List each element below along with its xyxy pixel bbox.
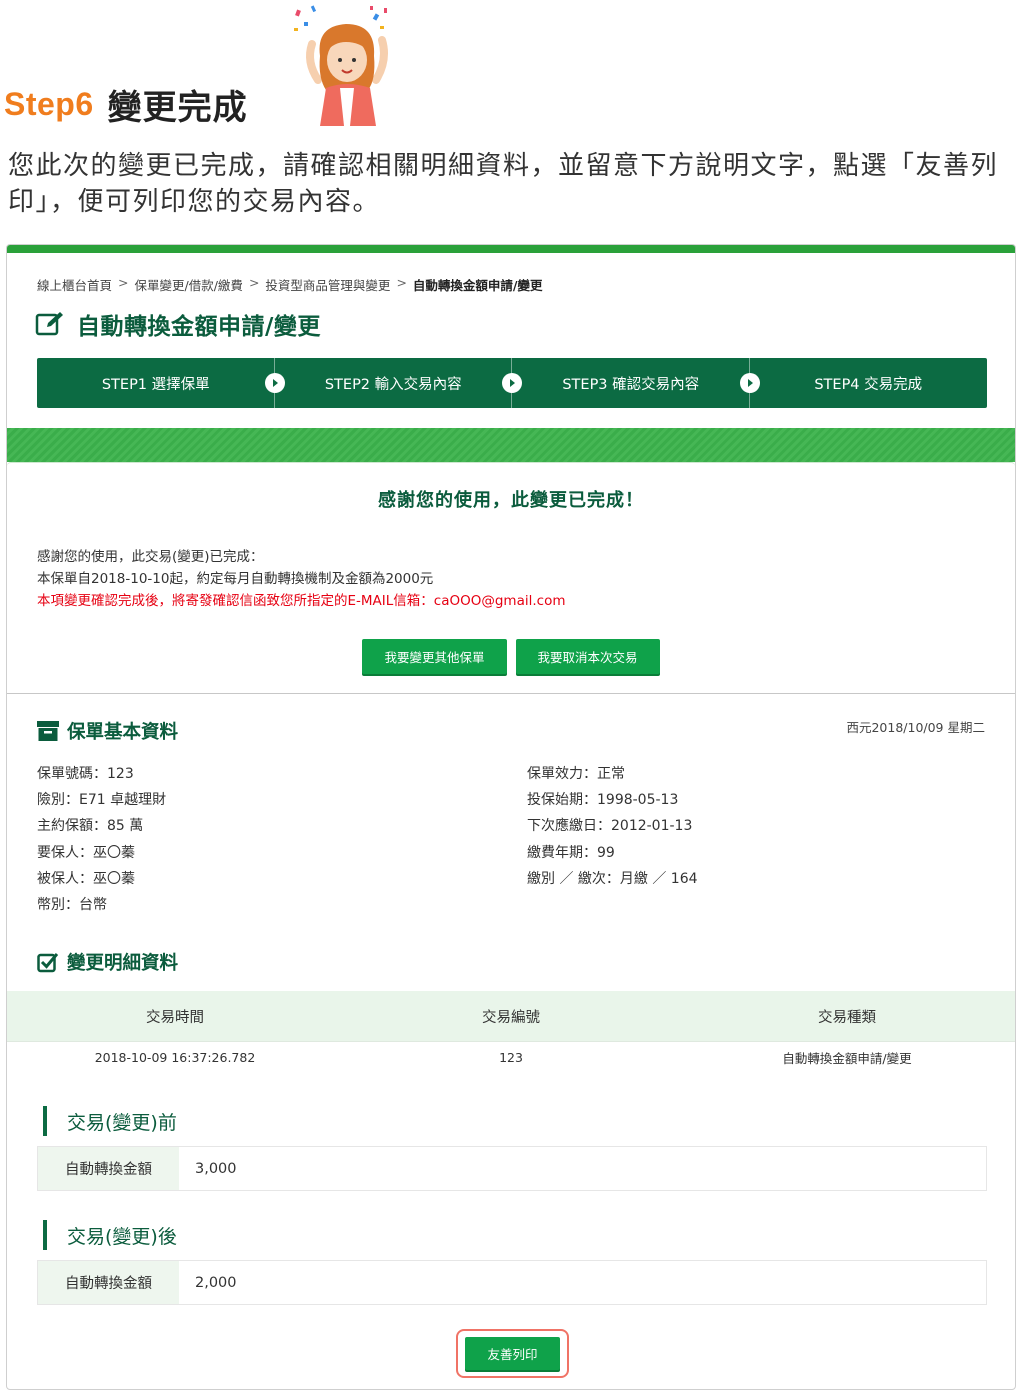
before-amount-label: 自動轉換金額 [38,1147,179,1190]
breadcrumb-separator: > [118,275,129,290]
play-arrow-icon [502,373,522,393]
step-4-label: STEP4 交易完成 [814,376,923,393]
policy-type: 險別：E71 卓越理財 [37,792,167,809]
striped-green-band [7,428,1015,462]
table-cell: 123 [499,1049,523,1065]
table-cell: 2018-10-09 16:37:26.782 [94,1049,256,1065]
step-4: STEP4 交易完成 [750,358,988,408]
policy-info-right: 保單效力：正常 投保始期：1998-05-13 下次應繳日：2012-01-13… [527,761,698,892]
policy-pay-years: 繳費年期：99 [527,844,615,861]
completion-title: 感謝您的使用，此變更已完成！ [378,490,644,511]
before-amount-value: 3,000 [195,1160,237,1177]
heading-bar [43,1106,47,1136]
policy-info-left: 保單號碼：123 險別：E71 卓越理財 主約保額：85 萬 要保人：巫〇蓁 被… [37,761,166,918]
completion-line-2: 本保單自2018-10-10起，約定每月自動轉換機制及金額為2000元 [37,571,434,587]
breadcrumb-item-current: 自動轉換金額申請/變更 [412,278,543,293]
play-arrow-icon [739,373,760,393]
celebrating-woman-illustration [294,5,388,126]
step-number: Step6 [4,85,94,122]
step-name: 變更完成 [107,87,248,128]
completion-message: 感謝您的使用，此交易(變更)已完成： 本保單自2018-10-10起，約定每月自… [37,546,565,612]
before-title: 交易(變更)前 [67,1111,177,1134]
column-header: 交易種類 [818,1009,876,1026]
step-1: STEP1 選擇保單 [37,358,285,408]
breadcrumb-separator: > [396,275,407,290]
main-panel: 線上櫃台首頁 > 保單變更/借款/繳費 > 投資型商品管理與變更 > 自動轉換金… [6,244,1016,1390]
table-header: 交易時間 交易編號 交易種類 [7,991,1015,1042]
after-amount-row: 自動轉換金額 2,000 [37,1260,987,1305]
page-title-text: 自動轉換金額申請/變更 [77,314,321,340]
change-section-title: 變更明細資料 [67,953,179,974]
step-3: STEP3 確認交易內容 [512,358,760,408]
policy-next-due: 下次應繳日：2012-01-13 [527,818,693,835]
breadcrumb-separator: > [248,275,260,290]
policy-start-date: 投保始期：1998-05-13 [527,792,679,809]
policy-section-title: 保單基本資料 [67,722,179,743]
step-3-label: STEP3 確認交易內容 [562,376,700,393]
after-heading: 交易(變更)後 [43,1220,177,1250]
after-amount-value: 2,000 [195,1274,237,1291]
print-button-highlight: 友善列印 [456,1329,569,1378]
policy-applicant: 要保人：巫〇蓁 [37,844,135,861]
policy-insured: 被保人：巫〇蓁 [37,870,135,887]
breadcrumb: 線上櫃台首頁 > 保單變更/借款/繳費 > 投資型商品管理與變更 > 自動轉換金… [37,275,543,294]
completion-box: 感謝您的使用，此變更已完成！ 感謝您的使用，此交易(變更)已完成： 本保單自20… [7,462,1015,694]
progress-stepper: STEP1 選擇保單 STEP2 輸入交易內容 STEP3 確認交易內容 STE… [37,358,987,408]
instructions-text: 您此次的變更已完成，請確認相關明細資料，並留意下方說明文字，點選「友善列印」，便… [8,151,999,217]
table-cell: 自動轉換金額申請/變更 [782,1050,912,1066]
column-header: 交易時間 [146,1009,204,1026]
policy-section-heading: 保單基本資料 [37,718,178,744]
panel-top-bar [7,245,1015,253]
breadcrumb-item-policy-change[interactable]: 保單變更/借款/繳費 [135,275,243,294]
step-2: STEP2 輸入交易內容 [275,358,522,408]
archive-box-icon [37,721,59,741]
policy-amount: 主約保額：85 萬 [37,818,144,835]
email-warning: 本項變更確認完成後，將寄發確認信函致您所指定的E-MAIL信箱：caOOO@gm… [37,593,566,609]
table-row: 2018-10-09 16:37:26.782 123 自動轉換金額申請/變更 [7,1042,1015,1072]
step-1-label: STEP1 選擇保單 [101,376,210,393]
checkbox-checked-icon [37,953,59,973]
policy-currency: 幣別：台幣 [37,897,107,914]
change-section-heading: 變更明細資料 [37,949,178,975]
before-amount-row: 自動轉換金額 3,000 [37,1146,987,1191]
cancel-transaction-button[interactable]: 我要取消本次交易 [515,639,660,674]
heading-bar [43,1220,47,1250]
play-arrow-icon [264,373,285,393]
transaction-table: 交易時間 交易編號 交易種類 2018-10-09 16:37:26.782 1… [7,991,1015,1072]
completion-actions: 我要變更其他保單 我要取消本次交易 [7,639,1015,674]
current-date: 西元2018/10/09 星期二 [846,720,985,735]
completion-line-1: 感謝您的使用，此交易(變更)已完成： [37,549,264,565]
after-title: 交易(變更)後 [67,1225,177,1248]
breadcrumb-item-home[interactable]: 線上櫃台首頁 [37,275,112,294]
edit-icon [35,312,63,336]
change-other-policy-button[interactable]: 我要變更其他保單 [362,639,507,674]
step-heading: Step6 變更完成 [4,82,248,128]
friendly-print-button[interactable]: 友善列印 [465,1337,560,1370]
step-2-label: STEP2 輸入交易內容 [324,376,462,393]
after-amount-label: 自動轉換金額 [38,1261,179,1304]
before-heading: 交易(變更)前 [43,1106,177,1136]
policy-pay-mode: 繳別 ／ 繳次：月繳 ／ 164 [527,870,698,887]
policy-status: 保單效力：正常 [527,766,625,782]
page-title: 自動轉換金額申請/變更 [35,307,321,341]
breadcrumb-item-investment[interactable]: 投資型商品管理與變更 [265,275,390,294]
policy-number: 保單號碼：123 [37,766,134,782]
column-header: 交易編號 [482,1009,540,1026]
